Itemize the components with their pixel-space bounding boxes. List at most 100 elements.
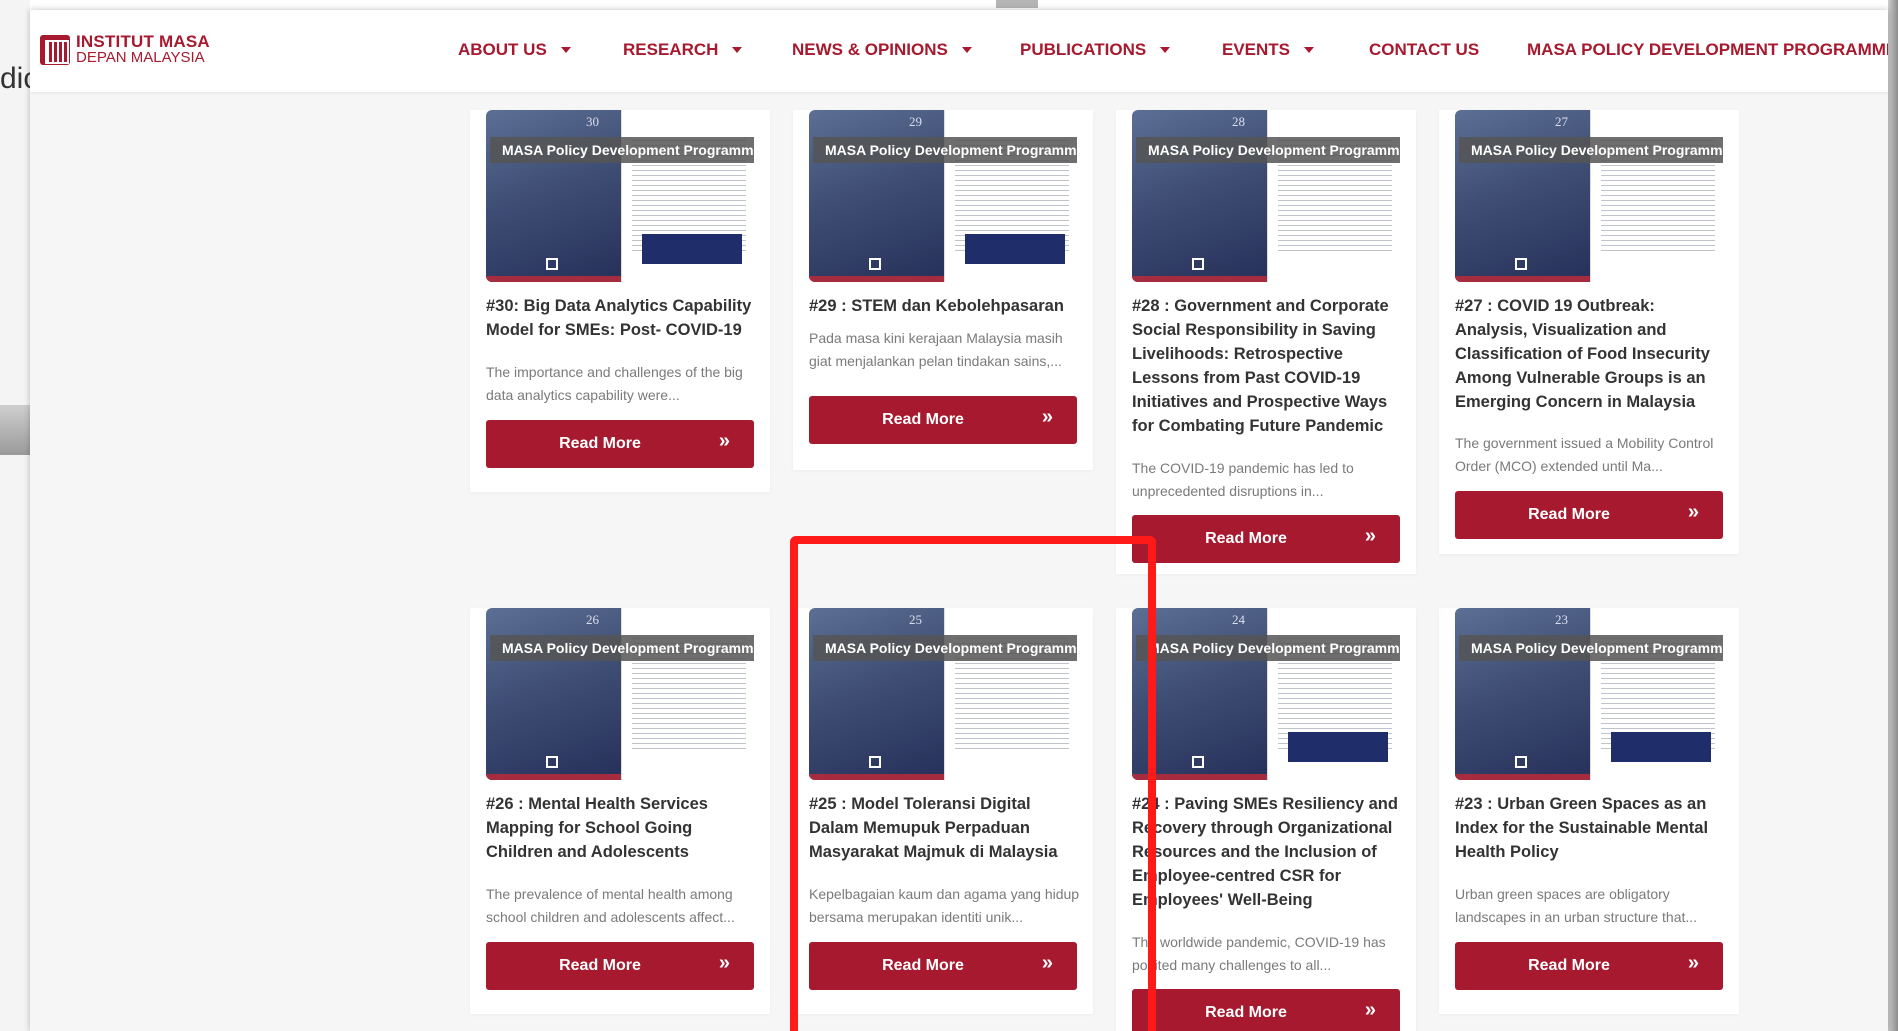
highlight-box	[1611, 732, 1711, 762]
nav-publications[interactable]: PUBLICATIONS	[1020, 40, 1171, 60]
card-title[interactable]: #28 : Government and Corporate Social Re…	[1132, 294, 1404, 438]
highlight-box	[965, 234, 1065, 264]
nav-label: PUBLICATIONS	[1020, 40, 1147, 59]
page-preview	[1267, 110, 1400, 282]
card-excerpt: The government issued a Mobility Control…	[1455, 435, 1714, 474]
read-more-button[interactable]: Read More »	[1455, 942, 1723, 990]
annotation-highlight-box	[790, 536, 1156, 1031]
programme-badge: MASA Policy Development Programme	[813, 137, 1077, 163]
logo-icon	[40, 35, 70, 65]
nav-research[interactable]: RESEARCH	[623, 40, 743, 60]
issue-number: 30	[586, 114, 599, 129]
highlight-box	[642, 234, 742, 264]
programme-badge: MASA Policy Development Programme	[1459, 137, 1723, 163]
card-excerpt: Urban green spaces are obligatory landsc…	[1455, 886, 1698, 925]
publication-card: 26 MASA Policy Development Programme #26…	[470, 608, 770, 1014]
card-excerpt: The COVID-19 pandemic has led to unprece…	[1132, 460, 1354, 499]
card-title[interactable]: #24 : Paving SMEs Resiliency and Recover…	[1132, 792, 1404, 912]
read-more-button[interactable]: Read More »	[1132, 515, 1400, 563]
publication-card: 28 MASA Policy Development Programme #28…	[1116, 110, 1416, 574]
double-chevron-right-icon: »	[718, 430, 730, 452]
programme-badge: MASA Policy Development Programme	[1136, 137, 1400, 163]
read-more-button[interactable]: Read More »	[1455, 491, 1723, 539]
card-title[interactable]: #26 : Mental Health Services Mapping for…	[486, 792, 758, 864]
nav-label: NEWS & OPINIONS	[792, 40, 948, 59]
cover-image: 23	[1455, 608, 1590, 780]
chevron-down-icon	[1304, 47, 1315, 53]
page-preview	[621, 608, 754, 780]
card-title[interactable]: #23 : Urban Green Spaces as an Index for…	[1455, 792, 1727, 864]
double-chevron-right-icon: »	[718, 952, 730, 974]
page-preview	[1590, 608, 1723, 780]
card-excerpt: The prevalence of mental health among sc…	[486, 886, 735, 925]
publication-thumbnail[interactable]: 30 MASA Policy Development Programme	[486, 110, 754, 282]
nav-events[interactable]: EVENTS	[1222, 40, 1315, 60]
browser-page: INSTITUT MASA DEPAN MALAYSIA ABOUT US RE…	[30, 10, 1888, 1031]
logo-icon	[869, 258, 881, 270]
issue-number: 26	[586, 612, 599, 627]
logo-line-2: DEPAN MALAYSIA	[76, 49, 205, 66]
publication-card: 27 MASA Policy Development Programme #27…	[1439, 110, 1739, 554]
button-label: Read More	[559, 957, 641, 974]
nav-label: RESEARCH	[623, 40, 719, 59]
logo-icon	[1515, 756, 1527, 768]
programme-badge: MASA Policy Development Programme	[1136, 635, 1400, 661]
chevron-down-icon	[1160, 47, 1171, 53]
publication-thumbnail[interactable]: 27 MASA Policy Development Programme	[1455, 110, 1723, 282]
publication-card: 24 MASA Policy Development Programme #24…	[1116, 608, 1416, 1031]
nav-about-us[interactable]: ABOUT US	[458, 40, 571, 60]
background-tab	[996, 0, 1038, 8]
chevron-down-icon	[560, 47, 571, 53]
publication-thumbnail[interactable]: 28 MASA Policy Development Programme	[1132, 110, 1400, 282]
chevron-down-icon	[961, 47, 972, 53]
publication-thumbnail[interactable]: 24 MASA Policy Development Programme	[1132, 608, 1400, 780]
publication-card: 23 MASA Policy Development Programme #23…	[1439, 608, 1739, 1014]
card-title[interactable]: #30: Big Data Analytics Capability Model…	[486, 294, 758, 342]
issue-number: 23	[1555, 612, 1568, 627]
double-chevron-right-icon: »	[1687, 501, 1699, 523]
double-chevron-right-icon: »	[1687, 952, 1699, 974]
card-excerpt: The importance and challenges of the big…	[486, 364, 743, 403]
cover-image: 26	[486, 608, 621, 780]
issue-number: 24	[1232, 612, 1245, 627]
background-window-edge	[0, 0, 30, 1031]
button-label: Read More	[1528, 506, 1610, 523]
logo-icon	[546, 258, 558, 270]
card-title[interactable]: #29 : STEM dan Kebolehpasaran	[809, 294, 1081, 318]
button-label: Read More	[1528, 957, 1610, 974]
logo-icon	[1515, 258, 1527, 270]
page-preview	[621, 110, 754, 282]
logo-icon	[1192, 258, 1204, 270]
highlight-box	[1288, 732, 1388, 762]
read-more-button[interactable]: Read More »	[486, 942, 754, 990]
publication-thumbnail[interactable]: 26 MASA Policy Development Programme	[486, 608, 754, 780]
read-more-button[interactable]: Read More »	[809, 396, 1077, 444]
nav-label: EVENTS	[1222, 40, 1291, 59]
cover-image: 28	[1132, 110, 1267, 282]
issue-number: 28	[1232, 114, 1245, 129]
issue-number: 27	[1555, 114, 1568, 129]
programme-badge: MASA Policy Development Programme	[490, 137, 754, 163]
card-excerpt: Pada masa kini kerajaan Malaysia masih g…	[809, 330, 1063, 369]
nav-masa-policy-programme[interactable]: MASA POLICY DEVELOPMENT PROGRAMME	[1527, 40, 1888, 60]
read-more-button[interactable]: Read More »	[486, 420, 754, 468]
publication-thumbnail[interactable]: 23 MASA Policy Development Programme	[1455, 608, 1723, 780]
publication-thumbnail[interactable]: 29 MASA Policy Development Programme	[809, 110, 1077, 282]
cover-image: 30	[486, 110, 621, 282]
cover-image: 29	[809, 110, 944, 282]
background-shadow	[1888, 0, 1898, 1031]
nav-news-opinions[interactable]: NEWS & OPINIONS	[792, 40, 972, 60]
publication-card: 30 MASA Policy Development Programme #30…	[470, 110, 770, 492]
site-logo[interactable]: INSTITUT MASA DEPAN MALAYSIA	[40, 33, 210, 66]
double-chevron-right-icon: »	[1041, 406, 1053, 428]
publication-card: 29 MASA Policy Development Programme #29…	[793, 110, 1093, 470]
read-more-button[interactable]: Read More »	[1132, 989, 1400, 1031]
logo-icon	[546, 756, 558, 768]
nav-label: CONTACT US	[1369, 40, 1480, 59]
page-preview	[1590, 110, 1723, 282]
nav-label: MASA POLICY DEVELOPMENT PROGRAMME	[1527, 40, 1888, 59]
logo-icon	[1192, 756, 1204, 768]
button-label: Read More	[559, 435, 641, 452]
card-title[interactable]: #27 : COVID 19 Outbreak: Analysis, Visua…	[1455, 294, 1727, 414]
nav-contact-us[interactable]: CONTACT US	[1369, 40, 1479, 60]
